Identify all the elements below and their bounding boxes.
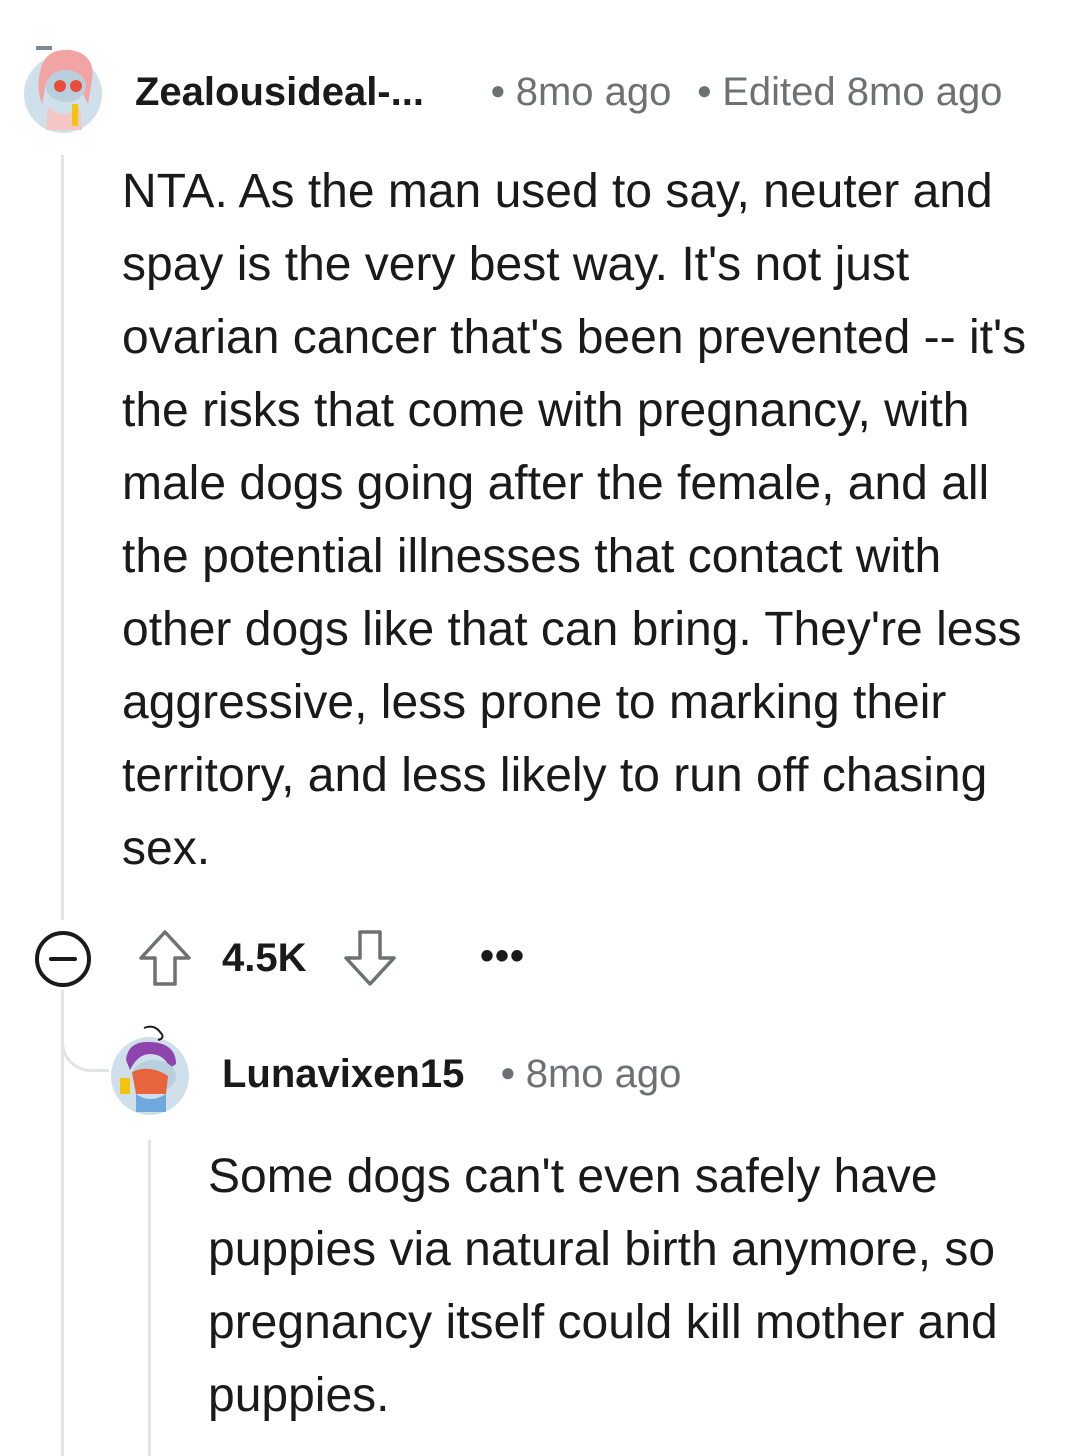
thread-line-reply[interactable]	[148, 1140, 151, 1456]
thread-branch-connector	[61, 1010, 109, 1072]
more-options-icon[interactable]: •••	[480, 934, 525, 979]
thread-line-main[interactable]	[61, 155, 64, 920]
comment-text: NTA. As the man used to say, neuter and …	[122, 165, 1027, 875]
comment-age: 8mo ago	[525, 1052, 682, 1096]
collapse-minus-icon[interactable]	[34, 930, 92, 988]
thread-line-main-lower[interactable]	[61, 990, 64, 1456]
upvote-arrow-icon[interactable]	[137, 928, 193, 988]
avatar-icon	[24, 46, 102, 133]
edited-label: Edited 8mo ago	[722, 70, 1003, 114]
vote-score: 4.5K	[222, 936, 307, 980]
separator-dot: ●	[500, 1056, 516, 1087]
comment-meta: ● 8mo ago ● Edited 8mo ago	[490, 70, 1002, 115]
username[interactable]: Lunavixen15	[222, 1052, 464, 1097]
comment-body: Some dogs can't even safely have puppies…	[208, 1140, 1058, 1432]
downvote-arrow-icon[interactable]	[342, 928, 398, 988]
username[interactable]: Zealousideal-...	[135, 70, 424, 115]
comment-text: Some dogs can't even safely have puppies…	[208, 1150, 998, 1422]
comment-age: 8mo ago	[515, 70, 672, 114]
comment-meta: ● 8mo ago	[500, 1052, 681, 1097]
comment-body: NTA. As the man used to say, neuter and …	[122, 155, 1057, 885]
user-avatar[interactable]	[110, 1024, 192, 1116]
avatar-icon	[111, 1025, 189, 1115]
separator-dot: ●	[490, 74, 506, 105]
user-avatar[interactable]	[22, 42, 104, 134]
separator-dot: ●	[696, 74, 713, 105]
